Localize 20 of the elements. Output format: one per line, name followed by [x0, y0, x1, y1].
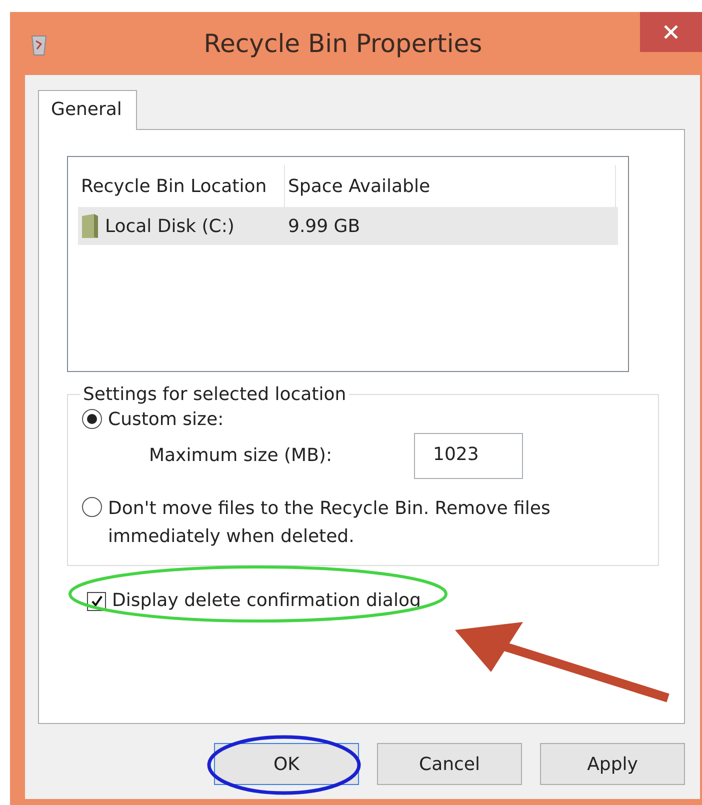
window-title: Recycle Bin Properties — [202, 29, 484, 58]
field-label: Maximum size (MB): — [149, 444, 332, 468]
checkbox-label: Display delete confirmation dialog — [112, 589, 421, 613]
group-label: Settings for selected location — [82, 384, 348, 405]
dialog-button[interactable]: Apply — [540, 743, 685, 785]
cell-text: 9.99 GB — [288, 216, 360, 236]
size-field[interactable]: 1023 — [414, 433, 524, 479]
list-row[interactable]: Local Disk (C:) 9.99 GB — [78, 207, 618, 245]
check-icon — [90, 595, 102, 607]
dialog-button[interactable]: Cancel — [377, 743, 522, 785]
radio-button[interactable] — [82, 409, 102, 429]
tab[interactable]: General — [38, 90, 137, 130]
option-label: Custom size: — [108, 408, 224, 432]
close-button[interactable] — [640, 12, 702, 52]
dialog-button[interactable]: OK — [214, 743, 359, 785]
drive-icon — [81, 213, 99, 239]
option-label: Don't move files to the Recycle Bin. Remove files immediately when deleted. — [108, 497, 552, 549]
cell-text: Local Disk (C:) — [105, 216, 234, 236]
close-icon — [664, 25, 678, 39]
radio-button[interactable] — [82, 497, 102, 517]
